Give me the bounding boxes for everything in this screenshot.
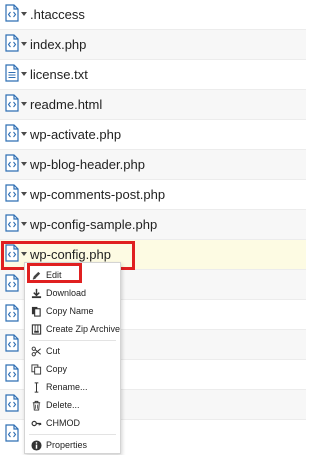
code-file-icon [5,184,19,202]
menu-item-label: Create Zip Archive [46,324,121,334]
menu-item-rename[interactable]: Rename... [25,379,120,397]
menu-item-label: Delete... [46,400,80,410]
chevron-down-icon[interactable] [21,12,27,16]
code-file-icon [5,124,19,142]
file-name: wp-config-sample.php [30,217,158,232]
menu-item-create-zip[interactable]: Create Zip Archive [25,321,120,339]
chevron-down-icon[interactable] [21,102,27,106]
menu-item-edit[interactable]: Edit [25,267,120,285]
trash-icon [32,400,41,411]
code-file-icon [5,4,19,22]
menu-item-copy[interactable]: Copy [25,361,120,379]
code-file-icon [5,244,19,262]
chevron-down-icon[interactable] [21,222,27,226]
context-menu: Edit Download Copy Name Create Zip Archi… [24,262,121,454]
menu-item-label: Edit [46,270,62,280]
pencil-icon [32,271,41,280]
rename-icon [34,382,39,393]
code-file-icon [5,424,19,442]
file-row-readme-html[interactable]: readme.html [0,90,306,120]
code-file-icon [5,274,19,292]
info-icon [31,440,42,451]
scissors-icon [31,346,41,357]
menu-item-label: Cut [46,346,61,356]
menu-item-label: Copy Name [46,306,94,316]
menu-item-label: Rename... [46,382,88,392]
file-name: readme.html [30,97,103,112]
menu-item-cut[interactable]: Cut [25,343,120,361]
menu-item-chmod[interactable]: CHMOD [25,415,120,433]
menu-item-label: CHMOD [46,418,80,428]
code-file-icon [5,304,19,322]
menu-item-properties[interactable]: Properties [25,437,120,455]
archive-icon [31,324,42,335]
chevron-down-icon[interactable] [21,252,27,256]
menu-item-label: Download [46,288,87,298]
copy-name-icon [31,306,41,317]
file-row-wp-activate[interactable]: wp-activate.php [0,120,306,150]
file-name: wp-activate.php [30,127,122,142]
code-file-icon [5,364,19,382]
file-row-wp-blog-header[interactable]: wp-blog-header.php [0,150,306,180]
chevron-down-icon[interactable] [21,132,27,136]
file-row-index-php[interactable]: index.php [0,30,306,60]
menu-item-download[interactable]: Download [25,285,120,303]
file-row-license-txt[interactable]: license.txt [0,60,306,90]
download-icon [31,288,42,299]
file-row-wp-comments-post[interactable]: wp-comments-post.php [0,180,306,210]
menu-item-copy-name[interactable]: Copy Name [25,303,120,321]
file-name: .htaccess [30,7,85,22]
menu-separator [29,434,116,435]
chevron-down-icon[interactable] [21,42,27,46]
code-file-icon [5,94,19,112]
file-name: index.php [30,37,87,52]
file-name: wp-comments-post.php [30,187,166,202]
code-file-icon [5,394,19,412]
text-file-icon [5,64,19,82]
key-icon [31,420,42,427]
code-file-icon [5,154,19,172]
menu-item-label: Copy [46,364,68,374]
menu-separator [29,340,116,341]
code-file-icon [5,34,19,52]
menu-item-label: Properties [46,440,88,450]
file-row-htaccess[interactable]: .htaccess [0,0,306,30]
file-name: wp-config.php [30,247,111,262]
file-row-wp-config-sample[interactable]: wp-config-sample.php [0,210,306,240]
chevron-down-icon[interactable] [21,162,27,166]
code-file-icon [5,214,19,232]
file-name: license.txt [30,67,88,82]
copy-icon [31,364,42,375]
menu-item-delete[interactable]: Delete... [25,397,120,415]
code-file-icon [5,334,19,352]
file-name: wp-blog-header.php [30,157,145,172]
chevron-down-icon[interactable] [21,72,27,76]
chevron-down-icon[interactable] [21,192,27,196]
